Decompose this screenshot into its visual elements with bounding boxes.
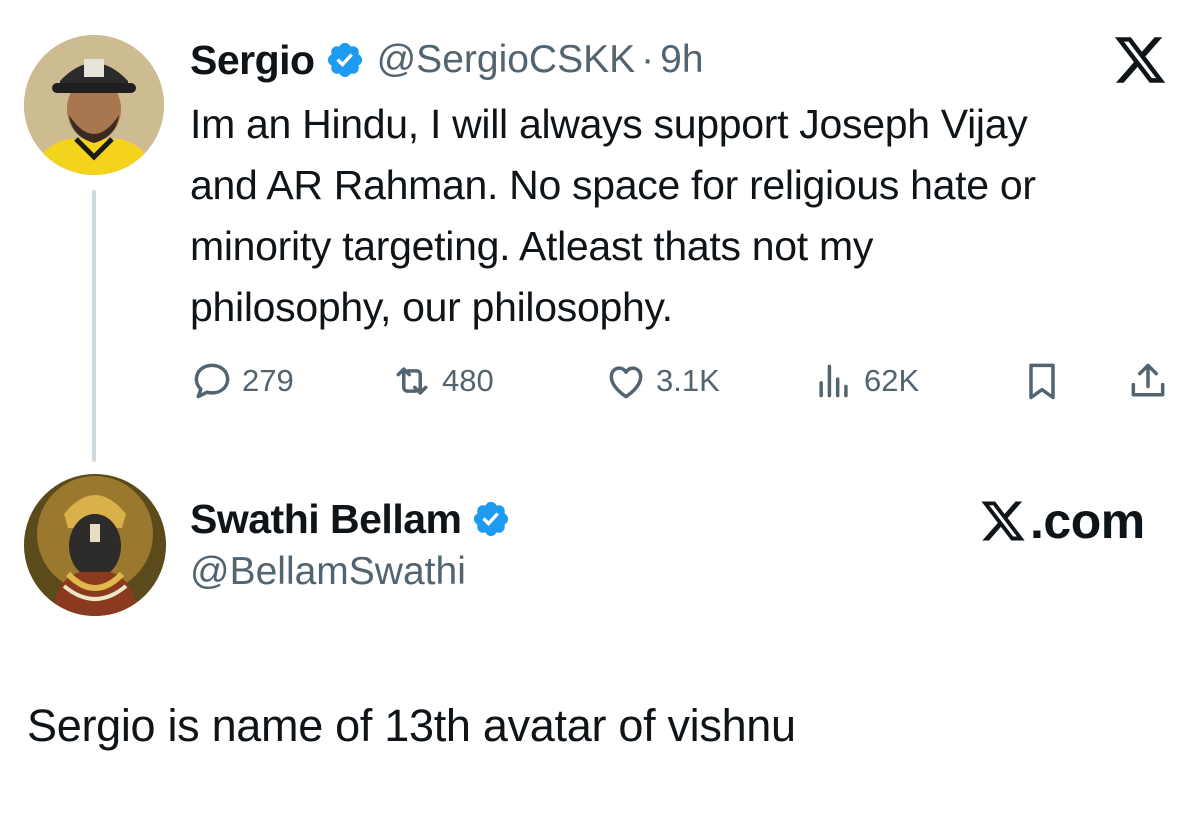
tweet1-separator: ·	[641, 38, 655, 81]
repost-count: 480	[442, 363, 494, 398]
share-icon	[1131, 363, 1165, 397]
repost-button[interactable]: 480	[390, 356, 494, 406]
swathi-avatar-image	[24, 474, 166, 616]
reply-count: 279	[242, 363, 294, 398]
views-count: 62K	[864, 363, 920, 398]
reply-icon	[194, 363, 230, 399]
share-button[interactable]	[1126, 356, 1170, 406]
tweet1-handle[interactable]: @SergioCSKK	[377, 38, 636, 82]
tweet1-author-name[interactable]: Sergio	[190, 37, 315, 84]
verified-badge-icon	[325, 40, 365, 80]
tweet1-header: Sergio @SergioCSKK · 9h	[190, 34, 704, 86]
tweet1-timestamp[interactable]: 9h	[660, 38, 703, 82]
verified-badge-icon	[471, 499, 511, 539]
like-button[interactable]: 3.1K	[604, 356, 720, 406]
tweet2-handle[interactable]: @BellamSwathi	[190, 550, 466, 594]
sergio-avatar[interactable]	[24, 35, 164, 175]
brand-domain-text: .com	[1030, 493, 1145, 549]
views-icon	[819, 364, 848, 398]
tweet2-header: Swathi Bellam	[190, 492, 511, 546]
repost-icon	[396, 367, 428, 395]
like-icon	[609, 366, 643, 399]
tweet1-text: Im an Hindu, I will always support Josep…	[190, 101, 1036, 330]
x-logo-icon	[1110, 32, 1170, 88]
thread-connector-line	[92, 190, 96, 462]
bookmark-icon	[1029, 363, 1055, 400]
like-count: 3.1K	[656, 363, 720, 398]
tweet1-action-bar: 279 480 3.1K 62K	[190, 356, 1180, 406]
views-button[interactable]: 62K	[812, 356, 919, 406]
tweet2-text: Sergio is name of 13th avatar of vishnu	[27, 700, 796, 751]
sergio-avatar-image	[24, 35, 164, 175]
x-dot-com-brand: .com	[978, 492, 1145, 550]
reply-button[interactable]: 279	[190, 356, 294, 406]
swathi-avatar[interactable]	[24, 474, 166, 616]
tweet2-author-name[interactable]: Swathi Bellam	[190, 496, 462, 543]
bookmark-button[interactable]	[1020, 356, 1064, 406]
x-logo-icon	[981, 501, 1025, 541]
